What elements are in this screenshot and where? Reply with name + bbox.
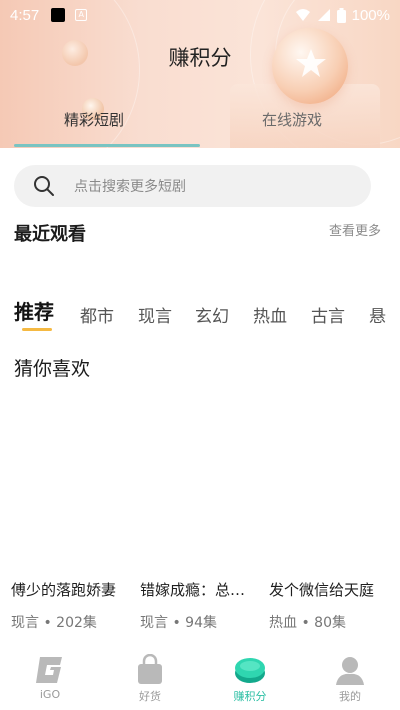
category-tab-recommended[interactable]: 推荐 — [14, 296, 54, 325]
nav-item-earn-points[interactable]: 赚积分 — [200, 648, 300, 710]
drama-card-title[interactable]: 错嫁成瘾：总… — [140, 579, 264, 600]
status-time: 4:57 — [10, 6, 40, 24]
see-more-link[interactable]: 查看更多 — [329, 220, 381, 239]
app-notification-icon: A — [75, 9, 88, 21]
page-title: 赚积分 — [168, 46, 232, 70]
category-tab[interactable]: 热血 — [253, 302, 287, 327]
tab-active-indicator — [14, 144, 200, 147]
search-icon — [34, 176, 54, 196]
drama-card-meta: 现言 • 202集 — [11, 615, 97, 631]
drama-card-title[interactable]: 发个微信给天庭 — [269, 579, 393, 600]
recent-section-title: 最近观看 — [14, 224, 86, 245]
drama-card-meta: 现言 • 94集 — [140, 615, 217, 631]
earn-points-icon — [235, 658, 265, 683]
search-bar[interactable]: 点击搜索更多短剧 — [14, 165, 371, 207]
tab-short-drama[interactable]: 精彩短剧 — [64, 109, 124, 130]
nav-label: 好货 — [139, 690, 161, 703]
drama-card-meta: 热血 • 80集 — [269, 615, 346, 631]
tab-online-games[interactable]: 在线游戏 — [262, 109, 322, 130]
profile-icon — [336, 657, 364, 685]
nav-label: iGO — [39, 688, 61, 701]
igo-logo-icon — [36, 657, 62, 683]
category-tabs: 推荐 都市 现言 玄幻 热血 古言 悬 — [0, 294, 400, 334]
category-active-indicator — [22, 328, 52, 331]
battery-percent: 100% — [351, 6, 390, 24]
bottom-nav: iGO 好货 赚积分 我的 — [0, 648, 400, 710]
category-tab[interactable]: 悬 — [369, 302, 386, 327]
category-tab[interactable]: 古言 — [311, 302, 345, 327]
battery-icon — [336, 7, 346, 23]
category-tab[interactable]: 都市 — [80, 302, 114, 327]
nav-label: 我的 — [339, 690, 361, 703]
status-indicators: 100% — [295, 7, 390, 24]
nav-item-profile[interactable]: 我的 — [300, 648, 400, 710]
nav-item-igo[interactable]: iGO — [0, 648, 100, 710]
wifi-icon — [295, 9, 310, 21]
drama-card-title[interactable]: 傅少的落跑娇妻 — [11, 579, 135, 600]
signal-icon — [317, 9, 330, 21]
nav-label: 赚积分 — [233, 690, 267, 703]
category-tab[interactable]: 现言 — [138, 302, 172, 327]
status-bar: 4:57 A 100% — [0, 0, 400, 30]
notification-icon — [51, 8, 66, 22]
guess-section-title: 猜你喜欢 — [14, 358, 91, 380]
shopping-bag-icon — [138, 654, 162, 684]
search-placeholder: 点击搜索更多短剧 — [74, 179, 186, 195]
nav-item-goods[interactable]: 好货 — [100, 648, 200, 710]
category-tab[interactable]: 玄幻 — [195, 302, 229, 327]
